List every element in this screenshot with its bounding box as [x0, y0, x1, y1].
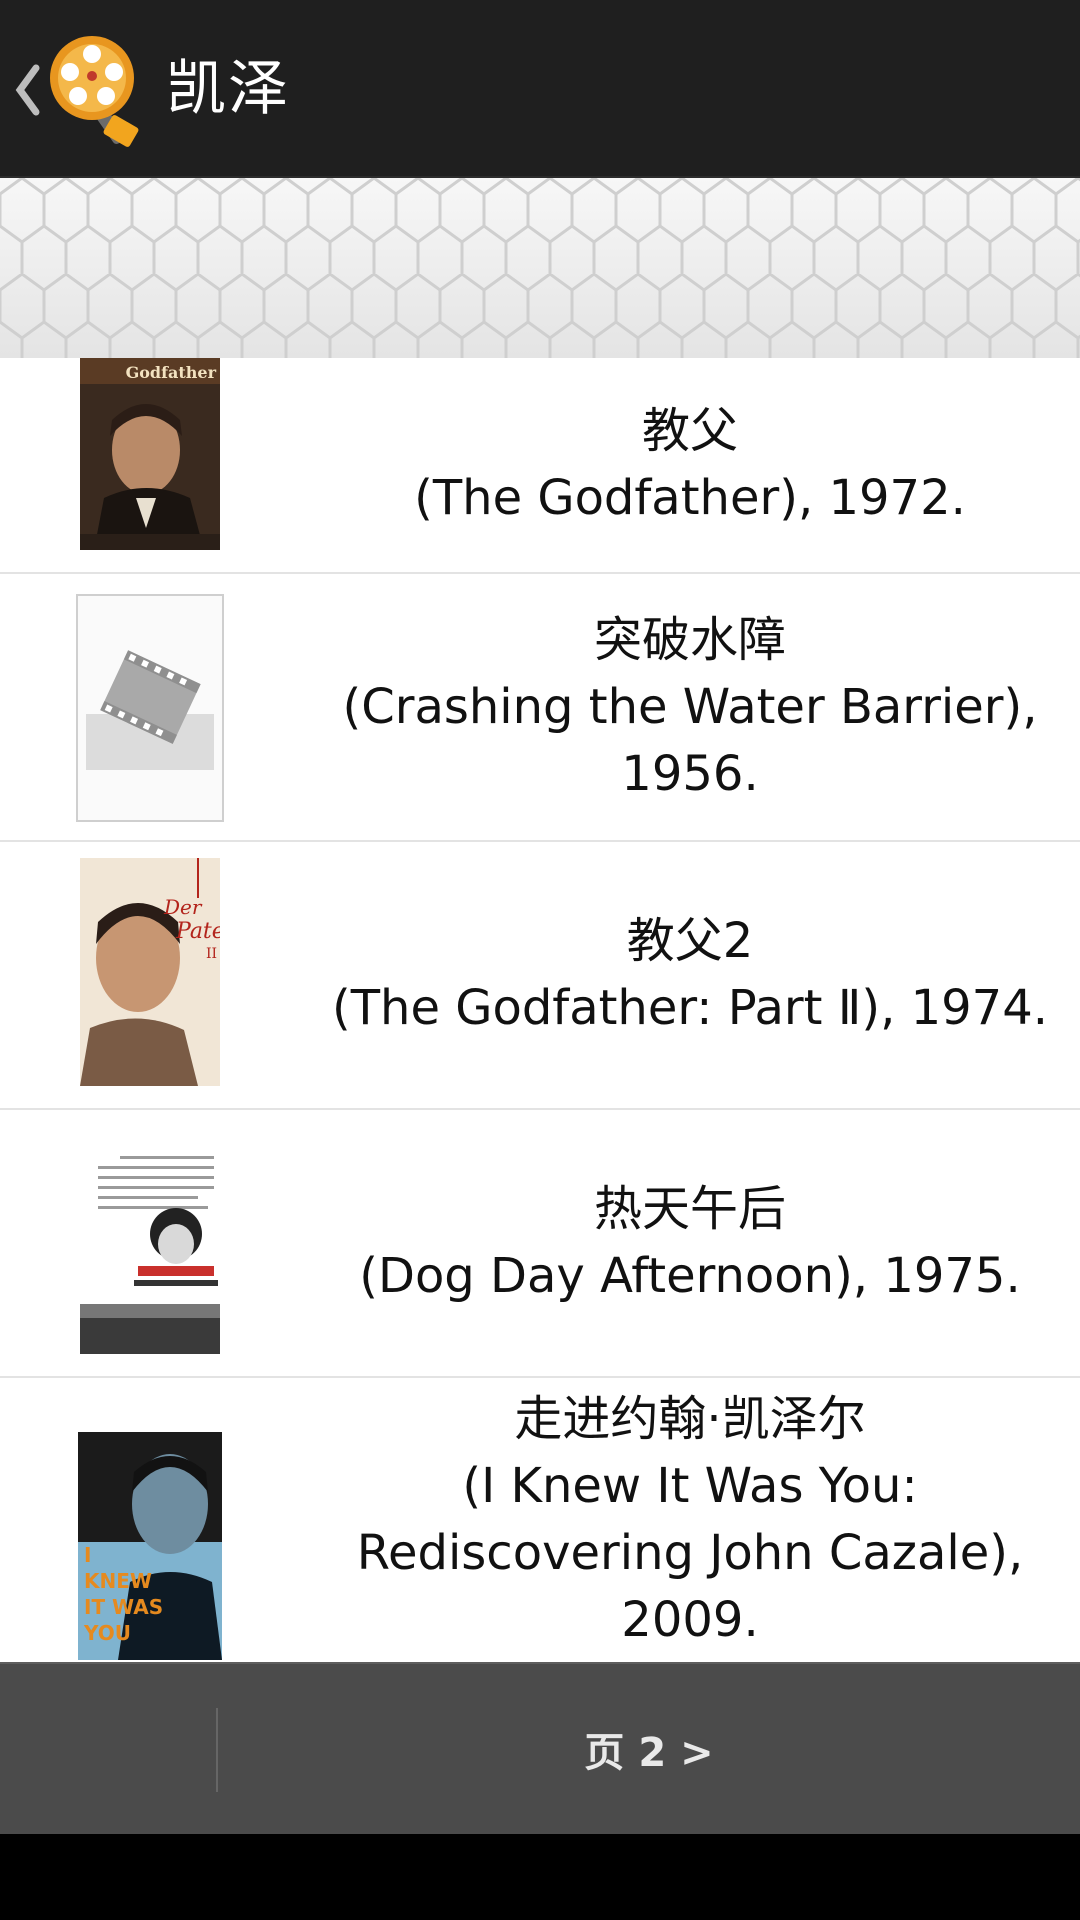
movie-title-block: 走进约翰·凯泽尔 (I Knew It Was You: Rediscoveri… — [300, 1378, 1080, 1662]
movie-title-cn: 突破水障 — [593, 611, 786, 668]
movie-title-cn: 教父 — [641, 403, 738, 459]
movie-title-en-line2: Rediscovering John Cazale), — [356, 1525, 1024, 1581]
system-navigation-bar — [0, 1834, 1080, 1920]
app-title: 凯泽 — [166, 54, 290, 124]
list-item[interactable]: Der Pate II 教父2 (The Godfather: Part Ⅱ),… — [0, 842, 1080, 1110]
svg-text:Pate: Pate — [175, 919, 220, 944]
movie-list[interactable]: Godfather 教父 (The Godfather), 1972. 突破水障… — [0, 358, 1080, 1662]
movie-title-cn: 走进约翰·凯泽尔 — [514, 1391, 866, 1447]
movie-title-en: (Crashing the Water Barrier), — [342, 678, 1038, 735]
movie-title-en: (The Godfather), 1972. — [414, 470, 966, 526]
honeycomb-banner — [0, 178, 1080, 358]
svg-text:I: I — [84, 1543, 91, 1567]
list-item[interactable]: 热天午后 (Dog Day Afternoon), 1975. — [0, 1110, 1080, 1378]
film-reel-logo-icon[interactable] — [46, 28, 154, 150]
godfather-2-poster: Der Pate II — [80, 858, 220, 1086]
action-bar: 凯泽 — [0, 0, 1080, 178]
movie-year: 2009. — [621, 1592, 759, 1648]
svg-text:YOU: YOU — [83, 1621, 131, 1645]
list-item[interactable]: Godfather 教父 (The Godfather), 1972. — [0, 358, 1080, 574]
movie-year: 1956. — [621, 745, 759, 802]
dog-day-afternoon-poster — [80, 1126, 220, 1354]
movie-title-block: 教父 (The Godfather), 1972. — [300, 358, 1080, 572]
movie-title-block: 教父2 (The Godfather: Part Ⅱ), 1974. — [300, 842, 1080, 1108]
list-item[interactable]: I KNEW IT WAS YOU 走进约翰·凯泽尔 (I Knew It Wa… — [0, 1378, 1080, 1662]
movie-title-en: (I Knew It Was You: — [462, 1458, 918, 1514]
movie-title-block: 热天午后 (Dog Day Afternoon), 1975. — [300, 1110, 1080, 1376]
back-caret-icon[interactable] — [10, 60, 44, 120]
list-item[interactable]: 突破水障 (Crashing the Water Barrier), 1956. — [0, 574, 1080, 842]
next-page-button[interactable]: 页 2 > — [218, 1664, 1080, 1834]
svg-text:IT WAS: IT WAS — [84, 1595, 163, 1619]
bottom-bar: 页 2 > — [0, 1662, 1080, 1834]
movie-title-en: (Dog Day Afternoon), 1975. — [359, 1248, 1021, 1304]
movie-title-cn: 教父2 — [626, 913, 754, 969]
svg-text:II: II — [206, 946, 217, 962]
godfather-poster: Godfather — [80, 358, 220, 550]
movie-title-cn: 热天午后 — [593, 1181, 786, 1237]
svg-text:Godfather: Godfather — [126, 363, 217, 382]
movie-title-en: (The Godfather: Part Ⅱ), 1974. — [332, 980, 1048, 1036]
i-knew-it-was-you-poster: I KNEW IT WAS YOU — [78, 1432, 222, 1660]
movie-title-block: 突破水障 (Crashing the Water Barrier), 1956. — [300, 574, 1080, 840]
svg-text:Der: Der — [163, 895, 203, 919]
svg-text:KNEW: KNEW — [84, 1569, 152, 1593]
film-placeholder-icon — [76, 594, 224, 822]
